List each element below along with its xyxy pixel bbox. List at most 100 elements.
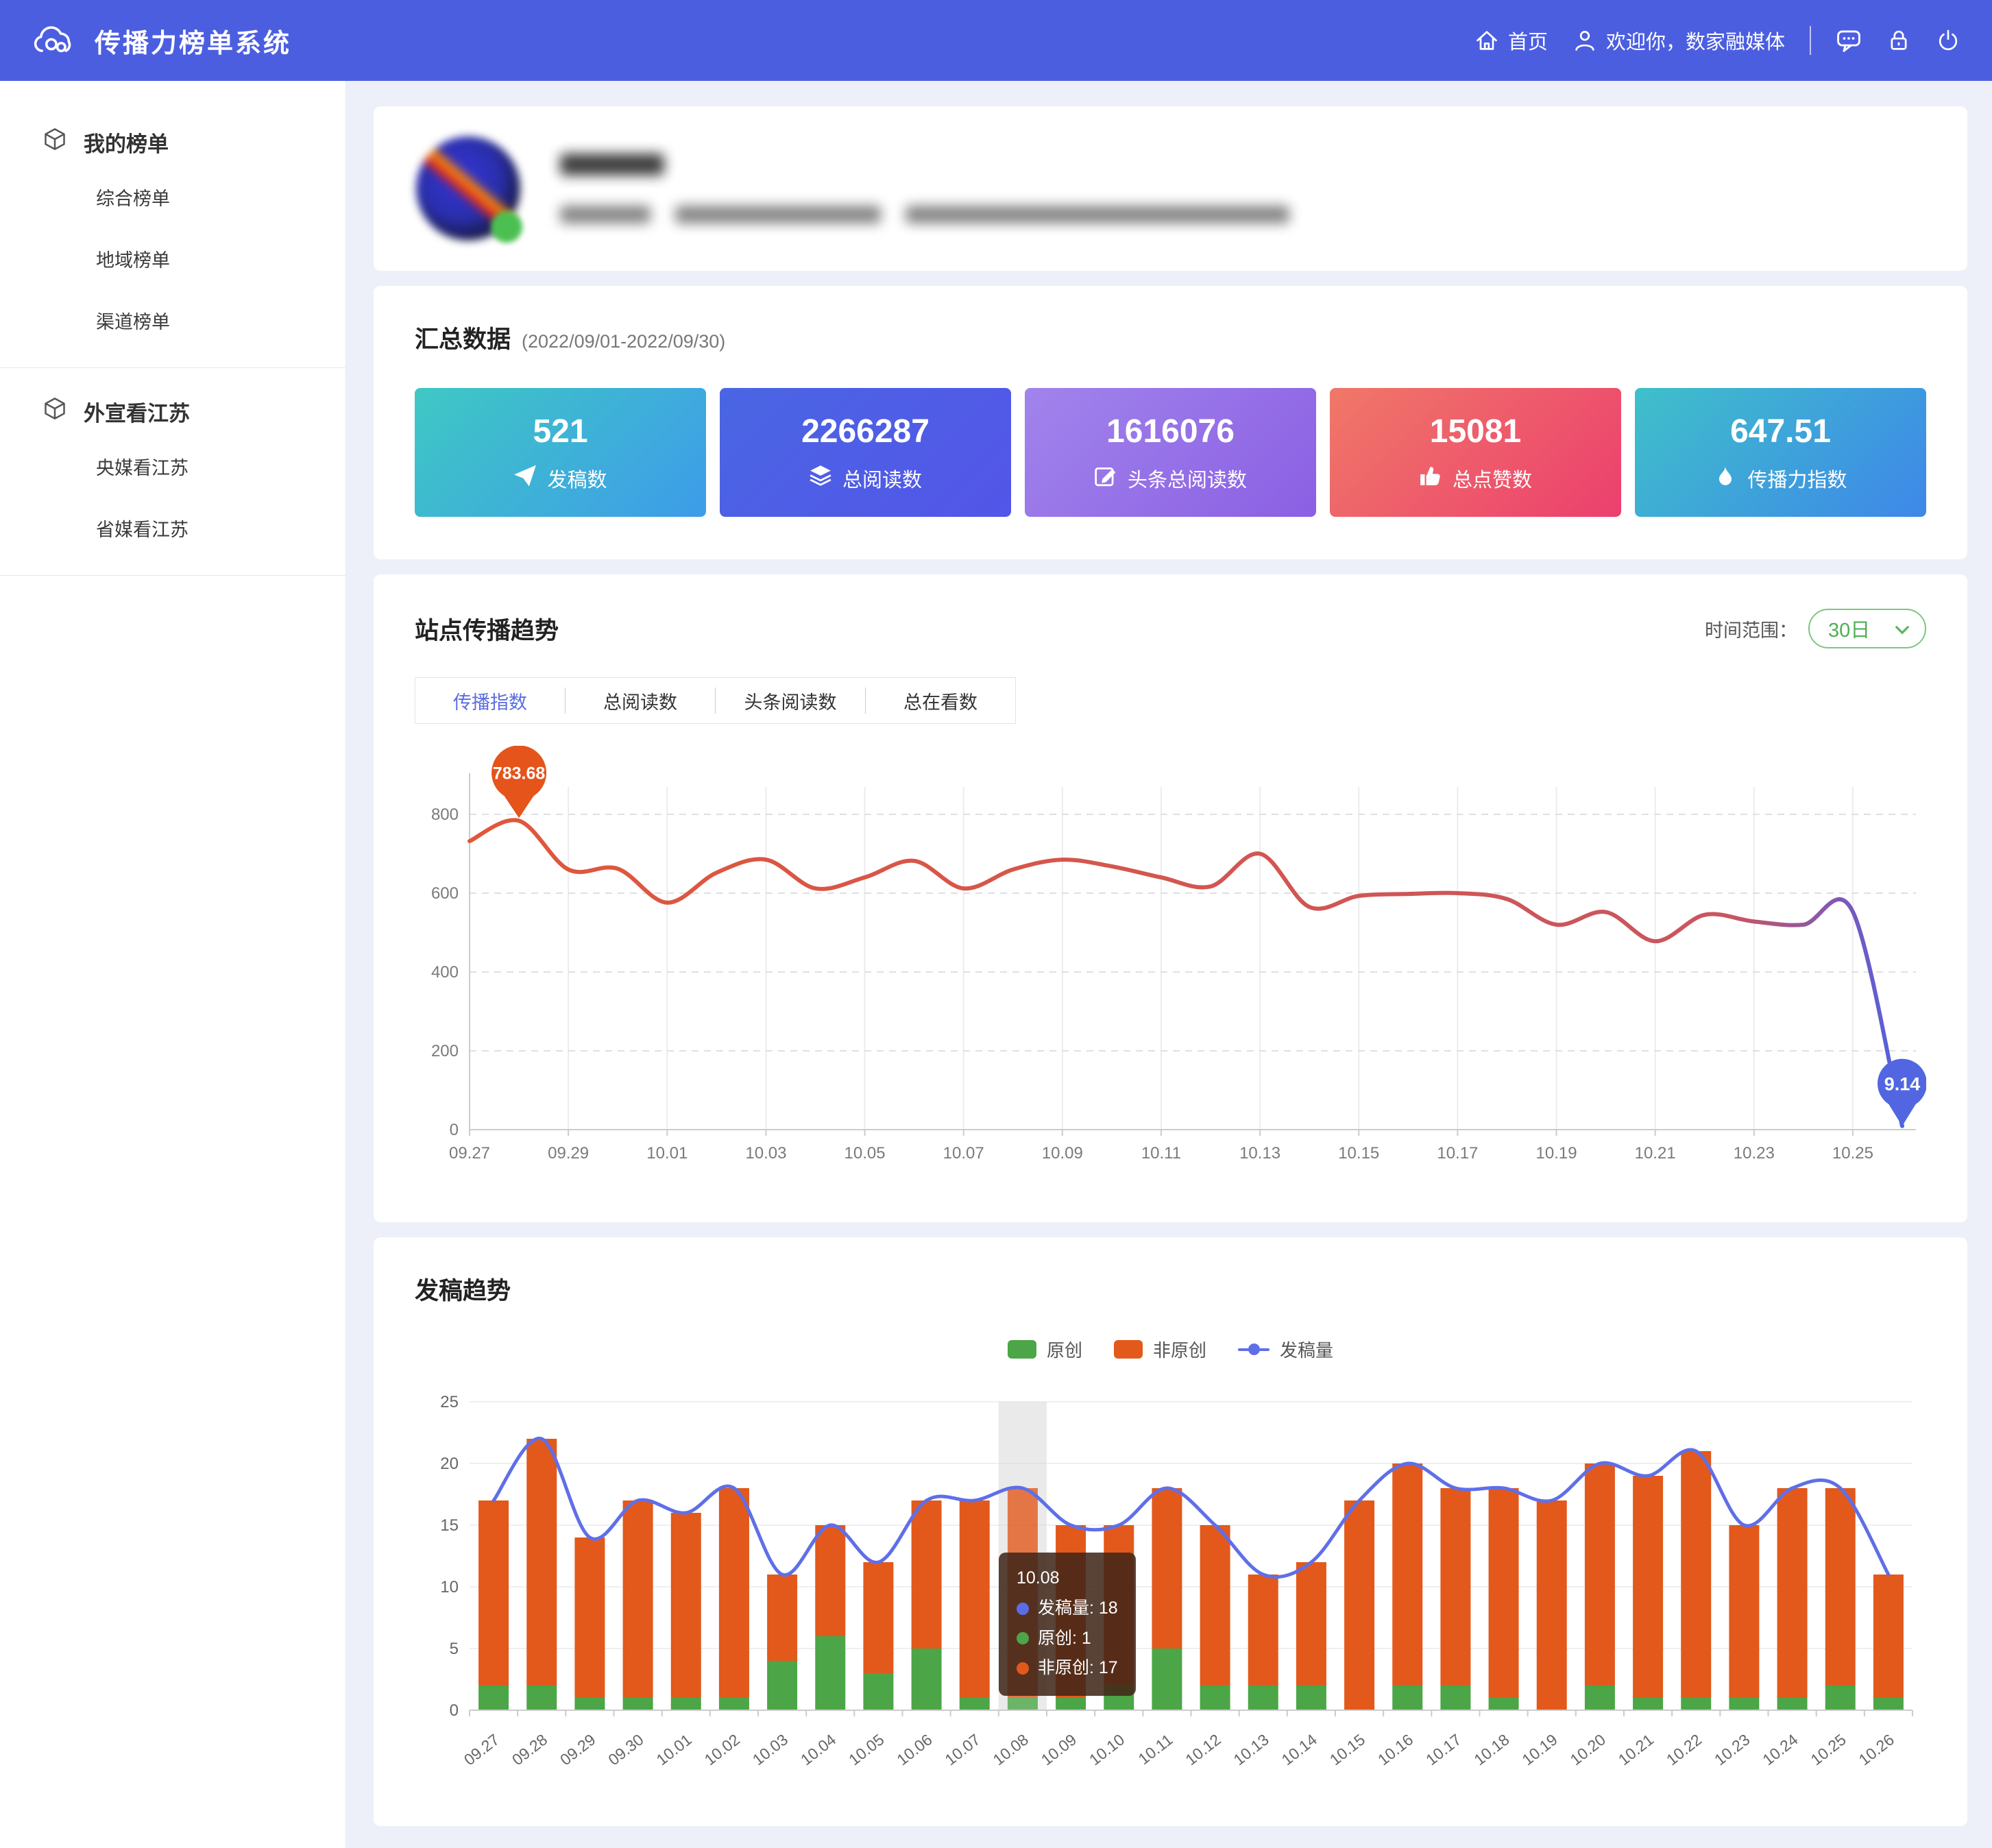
flame-icon	[1714, 464, 1737, 493]
chevron-down-icon	[1895, 618, 1910, 640]
sidebar-item[interactable]: 综合榜单	[0, 166, 345, 228]
power-icon[interactable]	[1936, 28, 1960, 53]
summary-title: 汇总数据	[415, 320, 511, 355]
sidebar-group: 外宣看江苏央媒看江苏省媒看江苏	[0, 387, 345, 576]
svg-text:10.07: 10.07	[941, 1730, 983, 1768]
svg-text:0: 0	[450, 1121, 459, 1139]
svg-text:15: 15	[440, 1516, 459, 1535]
legend-item[interactable]: 非原创	[1114, 1337, 1206, 1362]
svg-text:10.10: 10.10	[1086, 1730, 1128, 1768]
svg-text:10.05: 10.05	[845, 1144, 886, 1163]
svg-text:10.18: 10.18	[1470, 1730, 1512, 1768]
svg-text:10.15: 10.15	[1326, 1730, 1368, 1768]
svg-text:10.22: 10.22	[1663, 1730, 1705, 1768]
svg-text:5: 5	[450, 1640, 459, 1658]
cube-icon	[42, 127, 67, 157]
svg-text:09.29: 09.29	[548, 1144, 589, 1163]
summary-date-range: (2022/09/01-2022/09/30)	[522, 331, 725, 352]
svg-text:9.14: 9.14	[1884, 1073, 1921, 1094]
sidebar-group-title[interactable]: 我的榜单	[0, 118, 345, 166]
site-trend-chart[interactable]: 09.2709.2910.0110.0310.0510.0710.0910.11…	[415, 746, 1926, 1193]
svg-text:10.21: 10.21	[1615, 1730, 1657, 1768]
chat-icon[interactable]	[1836, 27, 1862, 53]
lock-icon[interactable]	[1886, 28, 1911, 53]
publish-legend: 原创 非原创 发稿量	[415, 1337, 1926, 1362]
stat-value: 521	[533, 413, 587, 450]
sidebar-item[interactable]: 央媒看江苏	[0, 435, 345, 497]
stat-value: 1616076	[1106, 413, 1235, 450]
legend-label: 原创	[1047, 1337, 1082, 1362]
stat-label: 发稿数	[547, 464, 607, 493]
legend-line-marker	[1238, 1348, 1270, 1351]
svg-text:10.01: 10.01	[653, 1730, 694, 1768]
svg-text:800: 800	[431, 805, 459, 824]
paper-plane-icon	[513, 464, 537, 493]
stat-card: 15081 总点赞数	[1330, 388, 1621, 517]
stat-card: 521 发稿数	[415, 388, 706, 517]
trend-tab[interactable]: 总在看数	[866, 688, 1015, 714]
stat-card: 2266287总阅读数	[720, 388, 1011, 517]
user-icon	[1572, 28, 1597, 53]
svg-text:10.23: 10.23	[1711, 1730, 1753, 1768]
svg-text:10.13: 10.13	[1239, 1144, 1280, 1163]
sidebar-item[interactable]: 地域榜单	[0, 228, 345, 289]
publish-trend-chart[interactable]: 051015202509.2709.2809.2909.3010.0110.02…	[415, 1388, 1926, 1803]
legend-item[interactable]: 发稿量	[1238, 1337, 1333, 1362]
svg-text:10.19: 10.19	[1518, 1730, 1560, 1768]
sidebar-group: 我的榜单综合榜单地域榜单渠道榜单	[0, 118, 345, 368]
svg-text:10.17: 10.17	[1437, 1144, 1478, 1163]
time-range-select[interactable]: 30日	[1808, 609, 1926, 648]
publish-title: 发稿趋势	[415, 1278, 511, 1304]
svg-text:0: 0	[450, 1701, 459, 1720]
trend-tab[interactable]: 总阅读数	[566, 688, 715, 714]
sidebar-group-label: 我的榜单	[84, 127, 169, 158]
svg-text:10.23: 10.23	[1734, 1144, 1775, 1163]
sidebar-item[interactable]: 省媒看江苏	[0, 497, 345, 559]
stat-card: 647.51 传播力指数	[1635, 388, 1926, 517]
trend-tab[interactable]: 头条阅读数	[716, 688, 865, 714]
svg-text:783.68: 783.68	[493, 764, 546, 783]
time-range-value: 30日	[1828, 614, 1870, 643]
svg-text:10.09: 10.09	[1042, 1144, 1083, 1163]
svg-text:09.28: 09.28	[509, 1730, 550, 1768]
svg-text:10: 10	[440, 1578, 459, 1596]
legend-swatch	[1008, 1340, 1036, 1359]
top-navbar: 传播力榜单系统 首页 欢迎你，数家融媒体	[0, 0, 1992, 81]
nav-account[interactable]: 欢迎你，数家融媒体	[1572, 26, 1785, 55]
nav-welcome-text: 欢迎你，数家融媒体	[1606, 26, 1785, 55]
cloud-logo-icon	[32, 25, 77, 56]
legend-swatch	[1114, 1340, 1143, 1359]
stat-label: 传播力指数	[1747, 464, 1847, 493]
trend-tab[interactable]: 传播指数	[415, 688, 565, 714]
svg-text:10.24: 10.24	[1759, 1730, 1801, 1768]
svg-text:10.08: 10.08	[990, 1730, 1032, 1768]
avatar	[416, 136, 520, 241]
stat-card: 1616076头条总阅读数	[1025, 388, 1316, 517]
svg-text:10.06: 10.06	[893, 1730, 935, 1768]
layers-icon	[809, 464, 832, 493]
app-title: 传播力榜单系统	[95, 22, 291, 60]
legend-item[interactable]: 原创	[1008, 1337, 1082, 1362]
time-range-label: 时间范围：	[1705, 616, 1797, 642]
svg-text:10.11: 10.11	[1141, 1144, 1181, 1163]
svg-text:10.15: 10.15	[1338, 1144, 1379, 1163]
svg-text:10.17: 10.17	[1422, 1730, 1464, 1768]
svg-text:200: 200	[431, 1042, 459, 1060]
trend-metric-tabs: 传播指数总阅读数头条阅读数总在看数	[415, 677, 1016, 724]
stat-label: 总点赞数	[1453, 464, 1532, 493]
svg-text:10.25: 10.25	[1832, 1144, 1873, 1163]
sidebar-group-title[interactable]: 外宣看江苏	[0, 387, 345, 435]
stat-value: 2266287	[801, 413, 930, 450]
svg-text:400: 400	[431, 963, 459, 982]
svg-text:09.29: 09.29	[557, 1730, 598, 1768]
svg-text:09.30: 09.30	[605, 1730, 646, 1768]
nav-home-label: 首页	[1508, 26, 1548, 55]
stat-value: 15081	[1430, 413, 1521, 450]
svg-text:10.03: 10.03	[749, 1730, 791, 1768]
nav-home-link[interactable]: 首页	[1474, 26, 1548, 55]
svg-text:10.02: 10.02	[701, 1730, 743, 1768]
sidebar-item[interactable]: 渠道榜单	[0, 289, 345, 351]
svg-text:09.27: 09.27	[461, 1730, 502, 1768]
nav-divider	[1810, 26, 1811, 55]
stat-value: 647.51	[1730, 413, 1831, 450]
